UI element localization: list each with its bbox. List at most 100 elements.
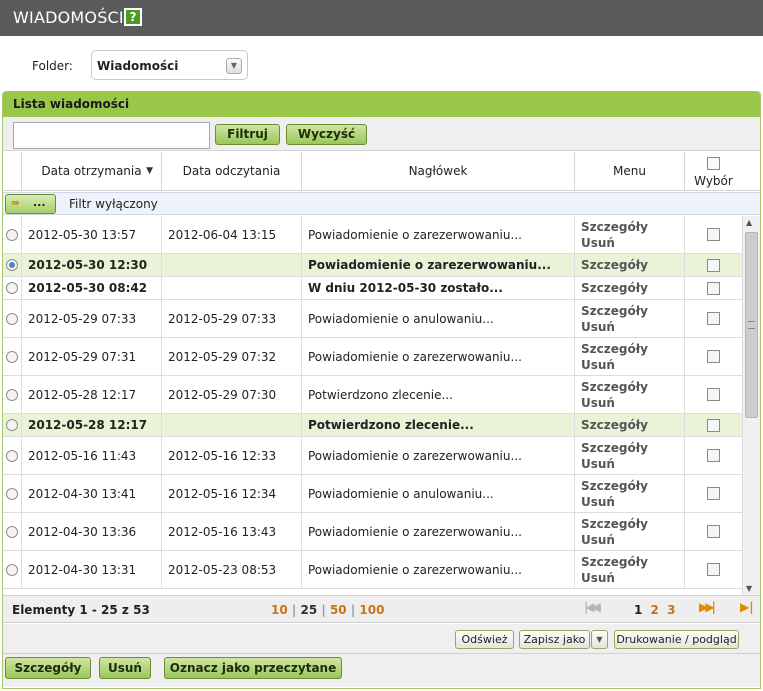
page-size-option[interactable]: 50 — [330, 603, 347, 617]
page-size-option-current[interactable]: 25 — [300, 603, 317, 617]
vertical-scrollbar[interactable]: ▲ ▼ — [742, 216, 760, 595]
details-link[interactable]: Szczegóły — [581, 516, 648, 532]
details-link[interactable]: Szczegóły — [581, 478, 648, 494]
filter-options-button[interactable]: ⇛ ... — [5, 194, 56, 214]
table-row[interactable]: 2012-05-30 12:30 Powiadomienie o zarezerw… — [3, 254, 742, 277]
row-radio[interactable] — [6, 312, 18, 325]
scroll-down-icon[interactable]: ▼ — [746, 584, 752, 593]
column-header-subject[interactable]: Nagłówek — [302, 152, 575, 191]
row-radio[interactable] — [6, 449, 18, 462]
table-row[interactable]: 2012-05-28 12:17 Potwierdzono zlecenie...… — [3, 414, 742, 437]
row-radio[interactable] — [6, 282, 18, 294]
refresh-button[interactable]: Odśwież — [455, 630, 514, 649]
row-radio[interactable] — [6, 228, 18, 241]
save-as-button[interactable]: Zapisz jako — [519, 630, 590, 649]
row-checkbox[interactable] — [707, 525, 720, 538]
details-link[interactable]: Szczegóły — [581, 219, 648, 235]
details-link[interactable]: Szczegóły — [581, 379, 648, 395]
last-page-icon[interactable]: ▶| — [740, 600, 754, 614]
details-link[interactable]: Szczegóły — [581, 257, 648, 273]
column-header-received[interactable]: Data otrzymania ▼ — [22, 152, 162, 191]
row-radio[interactable] — [6, 259, 18, 271]
row-checkbox[interactable] — [707, 258, 720, 272]
row-radio[interactable] — [6, 487, 18, 500]
row-checkbox[interactable] — [707, 563, 720, 576]
next-page-icon[interactable]: ▶▶| — [699, 600, 716, 614]
details-link[interactable]: Szczegóły — [581, 303, 648, 319]
search-input[interactable] — [13, 122, 210, 149]
scrollbar-thumb[interactable] — [745, 232, 758, 418]
details-link[interactable]: Szczegóły — [581, 341, 648, 357]
delete-button[interactable]: Usuń — [99, 657, 151, 679]
row-radio[interactable] — [6, 563, 18, 576]
row-radio-cell — [3, 216, 22, 253]
row-menu: Szczegóły Usuń — [575, 475, 685, 512]
table-row[interactable]: 2012-05-30 13:57 2012-06-04 13:15 Powiadom… — [3, 216, 742, 254]
table-row[interactable]: 2012-04-30 13:36 2012-05-16 13:43 Powiadom… — [3, 513, 742, 551]
details-link[interactable]: Szczegóły — [581, 554, 648, 570]
table-row[interactable]: 2012-05-28 12:17 2012-05-29 07:30 Potwierd… — [3, 376, 742, 414]
page-size-separator: | — [321, 603, 326, 617]
row-checkbox[interactable] — [707, 418, 720, 432]
received-date: 2012-05-30 13:57 — [22, 216, 162, 253]
details-button[interactable]: Szczegóły — [5, 657, 91, 679]
page-number[interactable]: 3 — [667, 603, 675, 617]
row-select-cell — [685, 376, 742, 413]
mark-read-button[interactable]: Oznacz jako przeczytane — [164, 657, 342, 679]
page-number[interactable]: 2 — [651, 603, 659, 617]
page-number-current[interactable]: 1 — [634, 603, 642, 617]
row-checkbox[interactable] — [707, 449, 720, 462]
table-row[interactable]: 2012-05-16 11:43 2012-05-16 12:33 Powiadom… — [3, 437, 742, 475]
row-checkbox[interactable] — [707, 487, 720, 500]
table-row[interactable]: 2012-05-29 07:33 2012-05-29 07:33 Powiadom… — [3, 300, 742, 338]
row-checkbox[interactable] — [707, 228, 720, 241]
page-size-option[interactable]: 100 — [359, 603, 384, 617]
first-page-icon[interactable]: |◀◀ — [584, 600, 601, 614]
row-radio[interactable] — [6, 350, 18, 363]
delete-link[interactable]: Usuń — [581, 319, 615, 335]
table-row[interactable]: 2012-04-30 13:41 2012-05-16 12:34 Powiadom… — [3, 475, 742, 513]
row-menu: Szczegóły Usuń — [575, 216, 685, 253]
delete-link[interactable]: Usuń — [581, 494, 615, 510]
search-toolbar: Filtruj Wyczyść — [3, 117, 760, 151]
delete-link[interactable]: Usuń — [581, 395, 615, 411]
delete-link[interactable]: Usuń — [581, 532, 615, 548]
subject: Powiadomienie o zarezerwowaniu... — [302, 437, 575, 474]
delete-link[interactable]: Usuń — [581, 456, 615, 472]
help-icon[interactable]: ? — [124, 8, 142, 26]
subject: Powiadomienie o anulowaniu... — [302, 475, 575, 512]
scroll-up-icon[interactable]: ▲ — [746, 218, 752, 227]
column-header-select: Wybór — [685, 152, 742, 191]
page-size-option[interactable]: 10 — [271, 603, 288, 617]
folder-select[interactable]: Wiadomości ▼ — [91, 50, 248, 80]
delete-link[interactable]: Usuń — [581, 235, 615, 251]
subject: Powiadomienie o zarezerwowaniu... — [302, 338, 575, 375]
clear-button[interactable]: Wyczyść — [286, 124, 367, 145]
details-link[interactable]: Szczegóły — [581, 280, 648, 296]
print-preview-button[interactable]: Drukowanie / podgląd — [614, 630, 739, 649]
chevron-down-icon[interactable]: ▼ — [226, 58, 242, 74]
details-link[interactable]: Szczegóły — [581, 440, 648, 456]
delete-link[interactable]: Usuń — [581, 357, 615, 373]
details-link[interactable]: Szczegóły — [581, 417, 648, 433]
row-radio[interactable] — [6, 525, 18, 538]
filter-button[interactable]: Filtruj — [215, 124, 280, 145]
subject: W dniu 2012-05-30 zostało... — [302, 277, 575, 299]
chevron-down-icon[interactable]: ▼ — [591, 630, 608, 649]
row-radio[interactable] — [6, 419, 18, 431]
row-select-cell — [685, 277, 742, 299]
row-checkbox[interactable] — [707, 281, 720, 295]
row-checkbox[interactable] — [707, 312, 720, 325]
row-checkbox[interactable] — [707, 350, 720, 363]
table-row[interactable]: 2012-05-30 08:42 W dniu 2012-05-30 został… — [3, 277, 742, 300]
column-header-read[interactable]: Data odczytania — [162, 152, 302, 191]
table-row[interactable]: 2012-05-29 07:31 2012-05-29 07:32 Powiadom… — [3, 338, 742, 376]
table-row[interactable]: 2012-04-30 13:31 2012-05-23 08:53 Powiadom… — [3, 551, 742, 589]
select-all-checkbox[interactable] — [707, 157, 720, 170]
row-menu: Szczegóły Usuń — [575, 376, 685, 413]
read-date: 2012-05-16 13:43 — [162, 513, 302, 550]
delete-link[interactable]: Usuń — [581, 570, 615, 586]
row-radio[interactable] — [6, 388, 18, 401]
subject: Powiadomienie o zarezerwowaniu... — [302, 216, 575, 253]
row-checkbox[interactable] — [707, 388, 720, 401]
